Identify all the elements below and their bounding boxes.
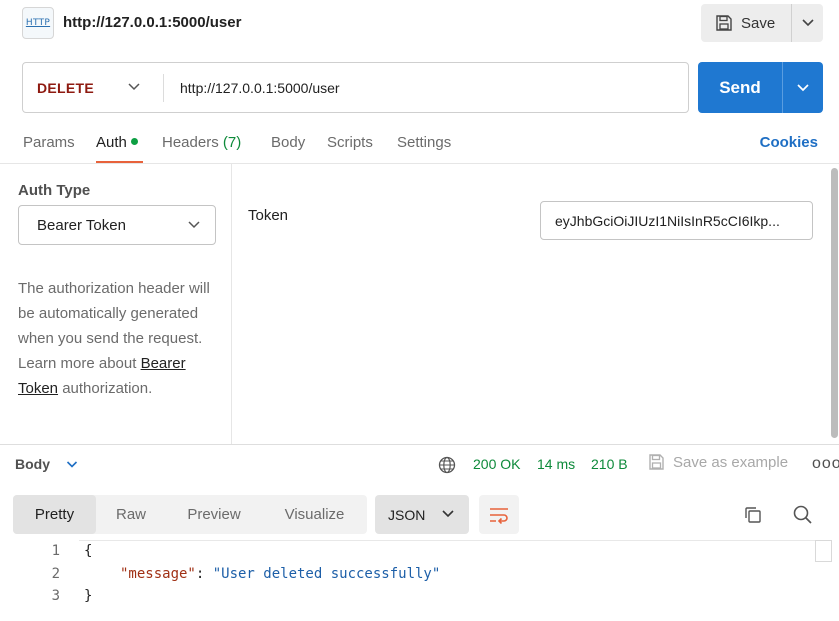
response-size[interactable]: 210 B <box>591 456 628 472</box>
save-as-example-button[interactable]: Save as example <box>648 453 788 471</box>
response-divider <box>0 444 839 445</box>
auth-config-panel: Token eyJhbGciOiJIUzI1NiIsInR5cCI6Ikp... <box>232 164 839 444</box>
chevron-down-icon <box>442 510 454 518</box>
response-code-view[interactable]: 1 { 2 "message": "User deleted successfu… <box>0 540 839 621</box>
save-label: Save <box>741 14 776 32</box>
code-line: "message": "User deleted successfully" <box>120 566 440 582</box>
code-line: { <box>84 543 93 559</box>
active-tab-indicator <box>96 161 143 163</box>
cookies-link[interactable]: Cookies <box>760 134 818 151</box>
format-value: JSON <box>388 506 426 523</box>
view-tab-raw[interactable]: Raw <box>96 495 166 534</box>
json-separator: : <box>195 566 213 582</box>
chevron-down-icon <box>128 83 140 91</box>
auth-type-select[interactable]: Bearer Token <box>18 205 216 245</box>
token-input[interactable]: eyJhbGciOiJIUzI1NiIsInR5cCI6Ikp... <box>540 201 813 240</box>
chevron-down-icon <box>797 83 809 91</box>
http-icon-label: HTTP <box>25 18 51 28</box>
wrap-lines-button[interactable] <box>479 495 519 534</box>
auth-description: The authorization header will be automat… <box>18 276 218 401</box>
auth-active-dot <box>130 138 138 145</box>
save-icon <box>649 454 664 470</box>
send-button[interactable]: Send <box>698 62 783 113</box>
chevron-down-icon <box>801 19 814 27</box>
chevron-down-icon[interactable] <box>66 460 78 469</box>
tab-params[interactable]: Params <box>23 134 75 151</box>
globe-icon[interactable] <box>438 456 456 474</box>
auth-scrollbar[interactable] <box>831 168 838 438</box>
request-title[interactable]: http://127.0.0.1:5000/user <box>63 14 241 31</box>
wrap-lines-icon <box>490 507 508 524</box>
send-button-group: Send <box>698 62 823 113</box>
response-body-label[interactable]: Body <box>15 456 50 472</box>
view-tab-preview[interactable]: Preview <box>166 495 262 534</box>
line-number: 3 <box>51 588 60 604</box>
method-select[interactable]: DELETE <box>23 63 163 112</box>
tab-auth-label: Auth <box>96 134 127 151</box>
tab-settings[interactable]: Settings <box>397 134 451 151</box>
tab-body[interactable]: Body <box>271 134 305 151</box>
http-icon: HTTP <box>22 7 54 39</box>
json-value: "User deleted successfully" <box>212 566 441 582</box>
tab-headers-label: Headers <box>162 134 219 151</box>
url-bar: DELETE <box>22 62 689 113</box>
json-key: "message" <box>120 566 196 582</box>
auth-type-panel: Auth Type Bearer Token The authorization… <box>0 164 232 444</box>
response-view-tabs: Pretty Raw Preview Visualize <box>13 495 367 534</box>
more-options-icon[interactable]: ooo <box>812 455 839 473</box>
save-as-example-label: Save as example <box>673 453 789 471</box>
request-tabs: Params Auth Headers (7) Body Scripts Set… <box>0 126 839 164</box>
send-dropdown-button[interactable] <box>783 62 823 113</box>
token-label: Token <box>248 207 289 224</box>
auth-description-end: authorization. <box>58 380 153 397</box>
code-line: } <box>84 588 93 604</box>
tab-auth[interactable]: Auth <box>96 134 138 151</box>
save-button[interactable]: Save <box>701 4 792 42</box>
auth-type-label: Auth Type <box>18 182 91 199</box>
format-select[interactable]: JSON <box>375 495 469 534</box>
chevron-down-icon <box>188 221 200 229</box>
response-status[interactable]: 200 OK <box>473 456 520 472</box>
url-input[interactable] <box>164 63 688 112</box>
method-label: DELETE <box>37 79 95 96</box>
view-tab-pretty[interactable]: Pretty <box>13 495 96 534</box>
request-header: HTTP http://127.0.0.1:5000/user Save <box>0 0 839 46</box>
tab-headers[interactable]: Headers (7) <box>162 134 241 151</box>
line-number: 2 <box>51 566 60 582</box>
tab-scripts[interactable]: Scripts <box>327 134 373 151</box>
copy-icon[interactable] <box>743 505 763 525</box>
auth-type-value: Bearer Token <box>37 216 126 234</box>
save-icon <box>716 15 732 31</box>
save-dropdown-button[interactable] <box>792 4 823 42</box>
response-time[interactable]: 14 ms <box>537 456 575 472</box>
search-icon[interactable] <box>792 504 813 525</box>
save-button-group: Save <box>701 4 823 42</box>
line-number: 1 <box>51 543 60 559</box>
code-scrollbar[interactable] <box>815 540 832 562</box>
headers-count: (7) <box>222 134 242 151</box>
view-tab-visualize[interactable]: Visualize <box>262 495 367 534</box>
